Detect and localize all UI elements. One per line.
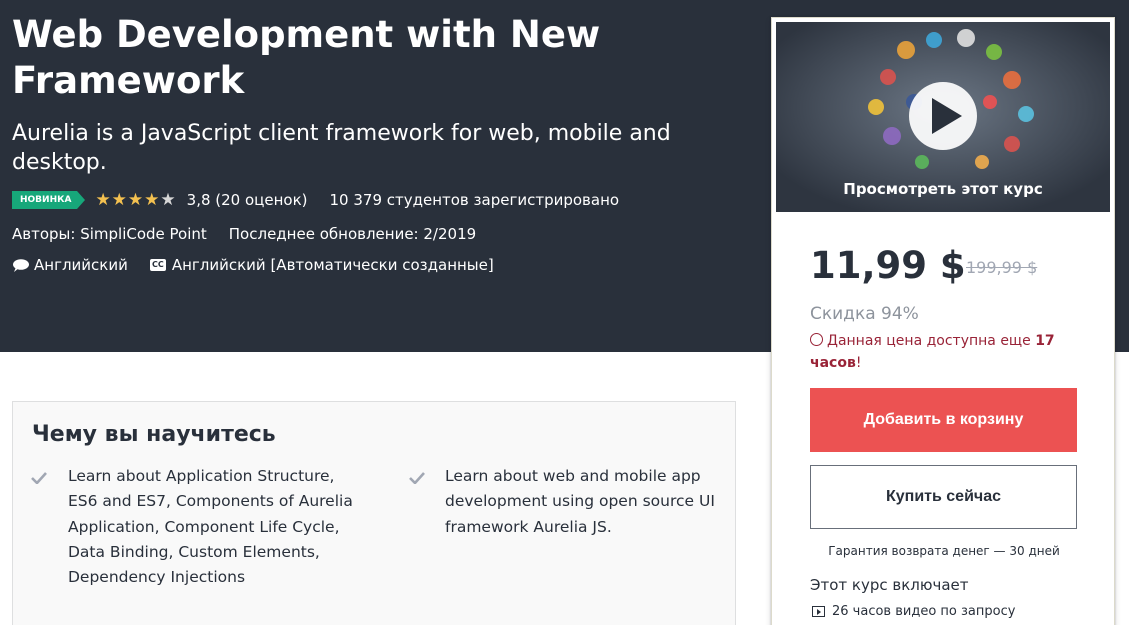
star-rating-icon[interactable]: ★★★★★ [95,190,176,210]
new-badge: НОВИНКА [12,191,86,209]
current-price: 11,99 $ [810,244,966,287]
learn-title: Чему вы научитесь [32,422,276,447]
language-row: Английский CC Английский [Автоматически … [12,254,494,276]
discount-label: Скидка 94% [810,304,919,324]
authors[interactable]: Авторы: SimpliCode Point [12,225,207,243]
speech-bubble-icon [13,258,29,272]
authors-row: Авторы: SimpliCode Point Последнее обнов… [12,223,476,245]
students-count: 10 379 студентов зарегистрировано [329,191,620,209]
check-icon [409,472,425,484]
rating-row: НОВИНКА ★★★★★ 3,8 (20 оценок) 10 379 сту… [12,189,619,211]
original-price: 199,99 $ [966,258,1038,277]
purchase-card: Просмотреть этот курс 11,99 $ 199,99 $ С… [771,17,1115,625]
course-title: Web Development with New Framework [12,13,601,102]
price-timer: Данная цена доступна еще 17 часов! [810,333,1055,371]
preview-label: Просмотреть этот курс [843,180,1043,198]
course-subtitle: Aurelia is a JavaScript client framework… [12,121,671,175]
course-preview-video[interactable]: Просмотреть этот курс [776,22,1110,212]
alarm-clock-icon [810,333,823,346]
includes-title: Этот курс включает [810,576,969,594]
money-back-guarantee: Гарантия возврата денег — 30 дней [828,544,1060,558]
check-icon [31,472,47,484]
rating-text[interactable]: 3,8 (20 оценок) [187,191,308,209]
captions-language: Английский [Автоматически созданные] [171,256,494,274]
last-updated: Последнее обновление: 2/2019 [228,225,477,243]
learn-item: Learn about web and mobile app developme… [445,467,715,536]
add-to-cart-button[interactable]: Добавить в корзину [810,388,1077,452]
closed-captions-icon: CC [149,259,166,271]
learn-item: Learn about Application Structure, ES6 a… [68,467,353,587]
includes-item: 26 часов видео по запросу [812,604,1015,619]
what-you-will-learn: Чему вы научитесь Learn about Applicatio… [12,401,736,625]
course-language: Английский [34,256,128,274]
buy-now-button[interactable]: Купить сейчас [810,465,1077,529]
video-icon [812,606,825,617]
